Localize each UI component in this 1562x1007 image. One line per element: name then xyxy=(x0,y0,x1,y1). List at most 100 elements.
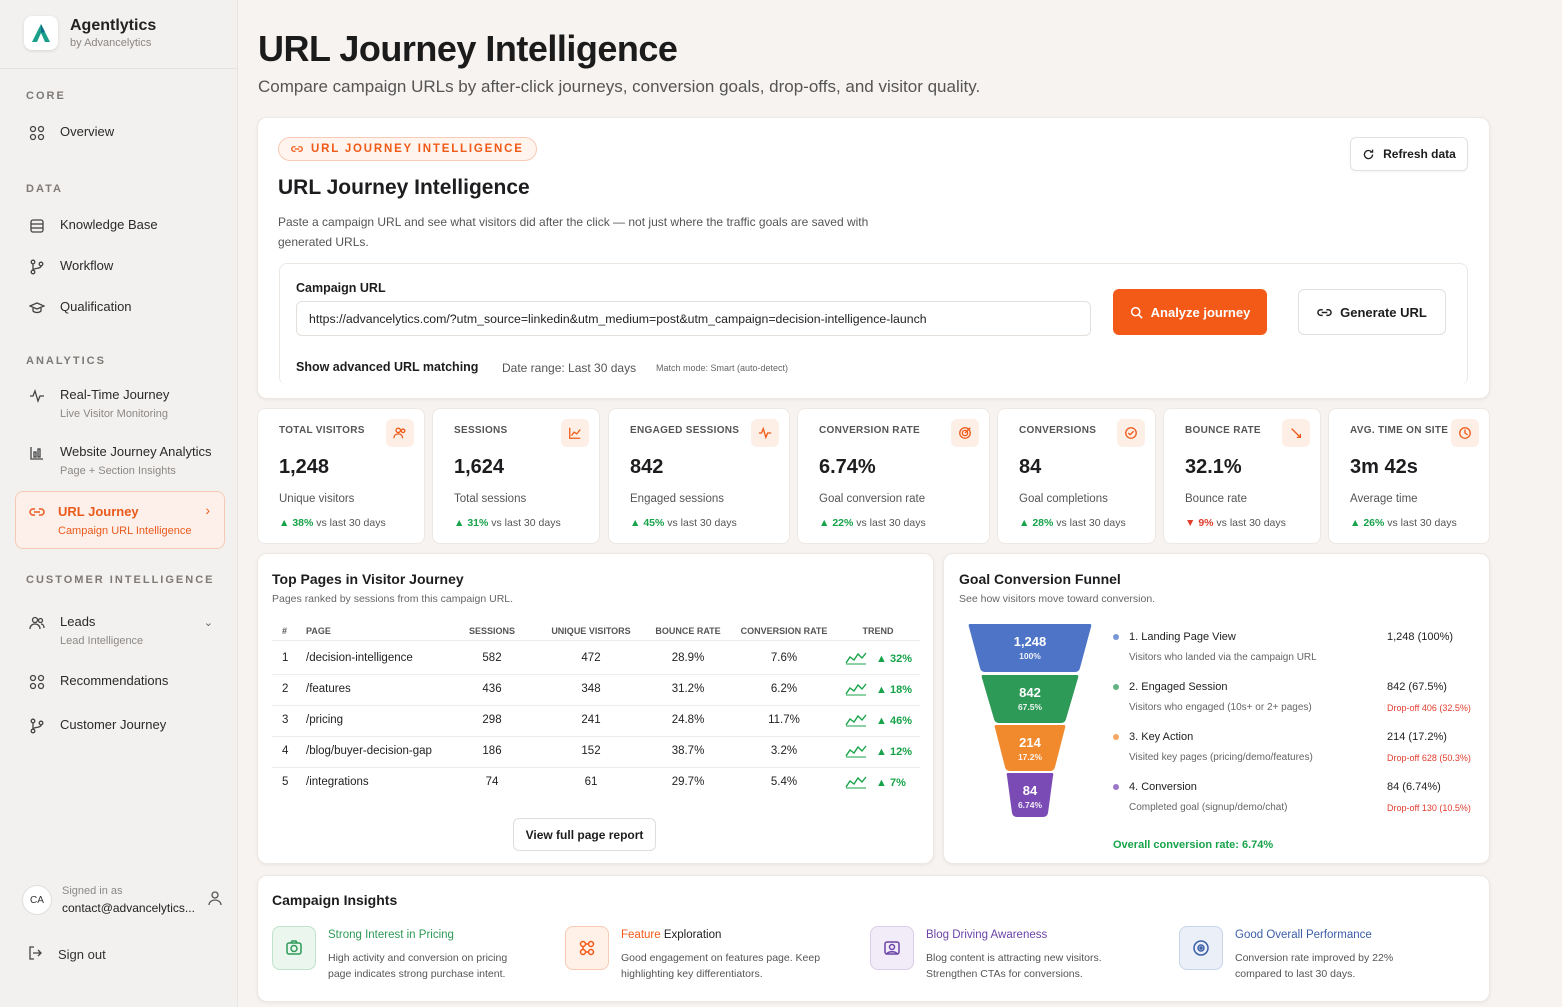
table-cell-page: /integrations xyxy=(306,776,369,788)
kpi-card[interactable]: ENGAGED SESSIONS 842 Engaged sessions ▲ … xyxy=(608,408,790,544)
sidebar-item-url-journey[interactable]: URL Journey Campaign URL Intelligence › xyxy=(15,491,225,549)
kpi-card[interactable]: BOUNCE RATE 32.1% Bounce rate ▼ 9% vs la… xyxy=(1163,408,1321,544)
funnel-stage-count: 842 xyxy=(1019,685,1041,700)
page-subtitle: Compare campaign URLs by after-click jou… xyxy=(258,77,981,96)
header-divider xyxy=(272,640,920,641)
graduation-cap-icon xyxy=(28,299,46,317)
column-header[interactable]: # xyxy=(282,626,287,636)
analyze-journey-button[interactable]: Analyze journey xyxy=(1113,289,1267,335)
generate-url-button[interactable]: Generate URL xyxy=(1298,289,1446,335)
kpi-title: SESSIONS xyxy=(454,425,508,436)
funnel-stage-percent: 6.74% xyxy=(1017,800,1043,810)
sidebar-item-label: Qualification xyxy=(60,299,132,314)
kpi-card[interactable]: SESSIONS 1,624 Total sessions ▲ 31% vs l… xyxy=(432,408,600,544)
overall-conversion: Overall conversion rate: 6.74% xyxy=(1113,839,1274,851)
campaign-url-input[interactable]: https://advancelytics.com/?utm_source=li… xyxy=(296,301,1091,336)
column-header[interactable]: SESSIONS xyxy=(442,626,542,636)
brand-name: Agentlytics xyxy=(70,17,157,34)
funnel-step[interactable]: 3. Key Action Visited key pages (pricing/… xyxy=(1113,731,1313,763)
table-cell-n: 3 xyxy=(282,714,289,726)
funnel-step[interactable]: 4. Conversion Completed goal (signup/demo… xyxy=(1113,781,1287,813)
page-title: URL Journey Intelligence xyxy=(258,28,678,69)
kpi-change-value: 31% xyxy=(467,517,489,529)
sidebar-item-label: Workflow xyxy=(60,258,114,273)
logo-icon xyxy=(32,24,50,42)
insight-title: Good Overall Performance xyxy=(1235,929,1372,941)
activity-icon xyxy=(751,419,779,447)
kpi-title: TOTAL VISITORS xyxy=(279,425,365,436)
kpi-change: ▲ 22% vs last 30 days xyxy=(819,517,926,529)
kpi-change: ▲ 26% vs last 30 days xyxy=(1350,517,1457,529)
sidebar-item-customer-journey[interactable]: Customer Journey xyxy=(28,717,166,735)
column-header[interactable]: PAGE xyxy=(306,626,331,636)
kpi-change-period: vs last 30 days xyxy=(667,517,737,529)
brand[interactable]: Agentlytics by Advancelytics xyxy=(24,16,156,50)
funnel-step-count: 842 (67.5%) xyxy=(1387,681,1447,693)
kpi-description: Bounce rate xyxy=(1185,493,1248,505)
column-header[interactable]: BOUNCE RATE xyxy=(638,626,738,636)
arrow-up-icon: ▲ xyxy=(819,517,833,529)
funnel-stage-label: 1,248 100% xyxy=(990,634,1070,661)
kpi-card[interactable]: AVG. TIME ON SITE 3m 42s Average time ▲ … xyxy=(1328,408,1490,544)
kpi-card[interactable]: CONVERSION RATE 6.74% Goal conversion ra… xyxy=(797,408,990,544)
funnel-dropoff: Drop-off 406 (32.5%) xyxy=(1387,703,1471,713)
sparkline-icon xyxy=(845,683,867,696)
user-icon[interactable] xyxy=(207,890,223,911)
sign-out-icon xyxy=(28,945,44,964)
analyze-label: Analyze journey xyxy=(1150,304,1251,320)
funnel-step-value: 84 (6.74%) Drop-off 130 (10.5%) xyxy=(1387,781,1471,813)
user-account[interactable]: CA Signed in as contact@advancelytics... xyxy=(22,885,223,915)
view-full-report-button[interactable]: View full page report xyxy=(513,818,656,851)
panel-title: URL Journey Intelligence xyxy=(278,176,530,199)
kpi-change-value: 9% xyxy=(1198,517,1214,529)
kpi-card[interactable]: CONVERSIONS 84 Goal completions ▲ 28% vs… xyxy=(997,408,1156,544)
kpi-value: 842 xyxy=(630,456,664,478)
insight-title-text: Blog Driving Awareness xyxy=(926,929,1048,941)
table-cell-page: /features xyxy=(306,683,351,695)
column-header[interactable]: TREND xyxy=(828,626,928,636)
sparkline-icon xyxy=(845,745,867,758)
sidebar-item-knowledge-base[interactable]: Knowledge Base xyxy=(28,217,158,235)
kpi-change-period: vs last 30 days xyxy=(1387,517,1457,529)
table-cell-page: /blog/buyer-decision-gap xyxy=(306,745,432,757)
advanced-matching-toggle[interactable]: Show advanced URL matching xyxy=(296,360,478,374)
funnel-stage-count: 214 xyxy=(1019,735,1041,750)
table-cell-bounce: 38.7% xyxy=(671,745,705,757)
sidebar-item-qualification[interactable]: Qualification xyxy=(28,299,132,317)
sidebar-item-recommendations[interactable]: Recommendations xyxy=(28,673,168,691)
target-icon xyxy=(1179,926,1223,970)
column-header[interactable]: CONVERSION RATE xyxy=(734,626,834,636)
sidebar-item-website-journey[interactable]: Website Journey Analytics Page + Section … xyxy=(28,444,212,477)
check-circle-icon xyxy=(1117,419,1145,447)
trend-percent: 7% xyxy=(889,777,906,789)
funnel-step-title: 3. Key Action xyxy=(1129,731,1194,743)
campaign-url-label: Campaign URL xyxy=(296,281,386,295)
kpi-change-value: 28% xyxy=(1032,517,1054,529)
match-mode-label[interactable]: Match mode: Smart (auto-detect) xyxy=(656,363,788,373)
sign-out-button[interactable]: Sign out xyxy=(28,945,106,964)
kpi-title: BOUNCE RATE xyxy=(1185,425,1261,436)
sidebar-item-leads[interactable]: Leads Lead Intelligence ⌄ xyxy=(28,614,213,647)
row-divider xyxy=(272,736,920,737)
sidebar-item-workflow[interactable]: Workflow xyxy=(28,258,113,276)
funnel-step[interactable]: 1. Landing Page View Visitors who landed … xyxy=(1113,631,1317,663)
funnel-stage-percent: 67.5% xyxy=(1017,702,1043,712)
sidebar-item-label: Website Journey Analytics xyxy=(60,444,212,459)
table-cell-uv: 472 xyxy=(581,652,601,664)
chevron-down-icon[interactable]: ⌄ xyxy=(204,616,213,629)
sidebar-item-overview[interactable]: Overview xyxy=(28,124,114,142)
column-header[interactable]: UNIQUE VISITORS xyxy=(541,626,641,636)
table-cell-uv: 61 xyxy=(584,776,598,788)
kpi-card[interactable]: TOTAL VISITORS 1,248 Unique visitors ▲ 3… xyxy=(257,408,425,544)
refresh-button[interactable]: Refresh data xyxy=(1350,137,1468,171)
kpi-change-value: 22% xyxy=(832,517,854,529)
arrow-up-icon: ▲ xyxy=(630,517,644,529)
funnel-step[interactable]: 2. Engaged Session Visitors who engaged (… xyxy=(1113,681,1312,713)
sparkline-icon xyxy=(845,714,867,727)
insight-title: Feature Exploration xyxy=(621,929,721,941)
sidebar-item-realtime-journey[interactable]: Real-Time Journey Live Visitor Monitoring xyxy=(28,387,169,420)
kpi-change: ▲ 31% vs last 30 days xyxy=(454,517,561,529)
brand-logo xyxy=(24,16,58,50)
trend-value: ▲ 12% xyxy=(876,746,912,758)
date-range-selector[interactable]: Date range: Last 30 days xyxy=(502,361,636,375)
